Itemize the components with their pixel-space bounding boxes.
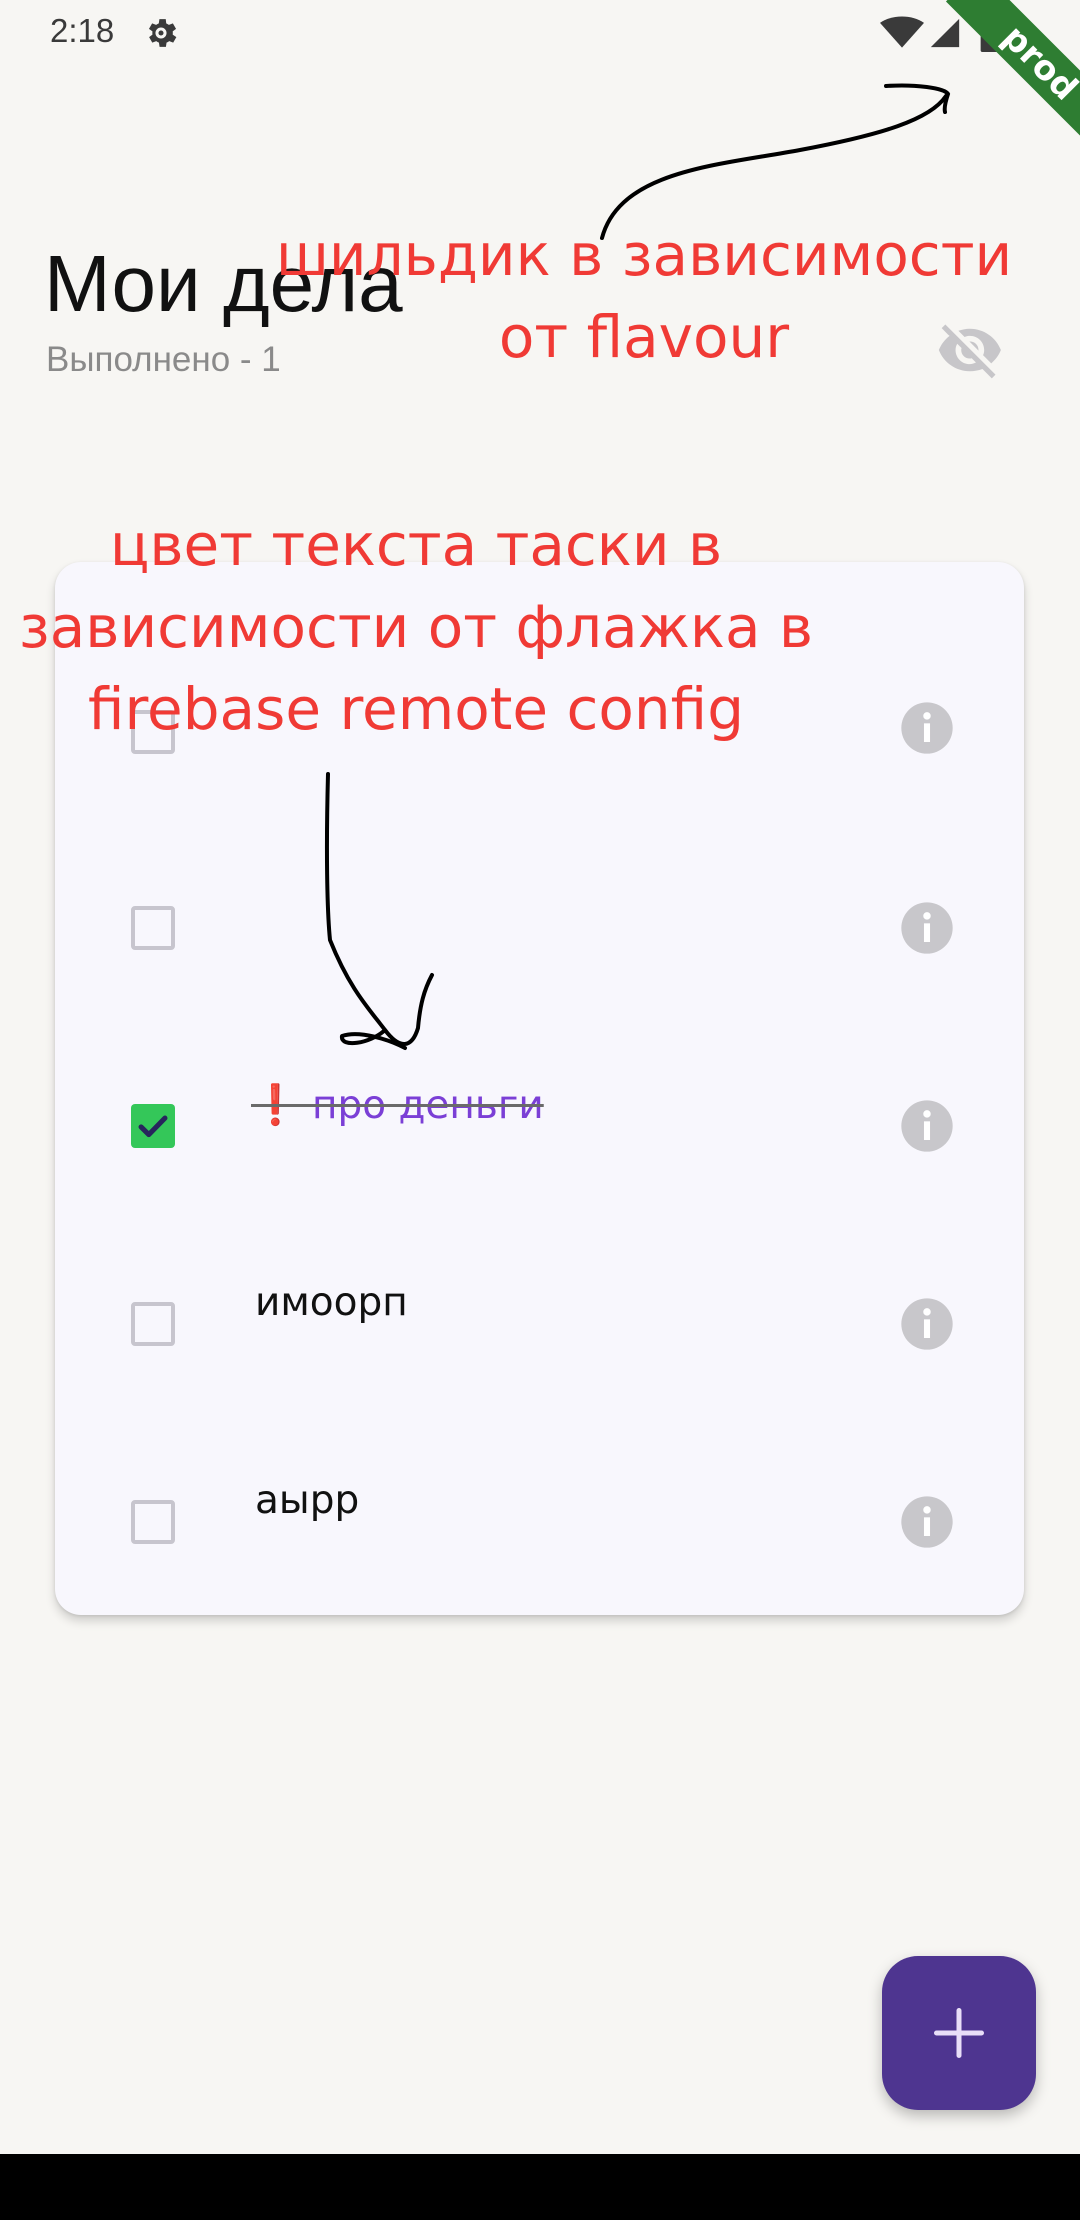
task-row[interactable] [55,760,1024,958]
task-checkbox-checked[interactable] [131,1104,175,1148]
task-checkbox[interactable] [131,1302,175,1346]
annotation-line: зависимости от флажка в [18,593,814,661]
checkmark-icon [138,1115,168,1138]
annotation-flavour: шильдик в зависимости от flavour [254,214,1034,378]
done-counter: Выполнено - 1 [46,340,281,379]
task-text: аырр [255,1478,360,1523]
status-time: 2:18 [50,12,115,49]
task-checkbox[interactable] [131,1500,175,1544]
plus-icon [934,2008,984,2058]
task-row[interactable]: имоорп [55,1156,1024,1354]
arrowhead-banner [884,83,951,114]
info-icon[interactable] [899,1098,955,1154]
system-navigation-bar [0,2154,1080,2220]
info-icon[interactable] [899,1494,955,1550]
status-bar: 2:18 [0,0,1080,66]
info-icon[interactable] [899,1296,955,1352]
task-row[interactable]: аырр [55,1354,1024,1552]
task-row[interactable]: ❗ про деньги [55,958,1024,1156]
annotation-line: шильдик в зависимости [275,221,1013,289]
annotation-line: firebase remote config [87,675,745,743]
info-icon[interactable] [899,700,955,756]
info-icon[interactable] [899,900,955,956]
annotation-line: цвет текста таски в [109,511,723,579]
annotation-config: цвет текста таски в зависимости от флажк… [0,504,842,750]
task-checkbox[interactable] [131,906,175,950]
add-task-button[interactable] [882,1956,1036,2110]
wifi-icon [880,16,924,48]
settings-gear-icon [148,19,177,47]
task-text: имоорп [255,1280,408,1325]
task-text-done: ❗ про деньги [251,1083,544,1128]
cell-signal-icon [930,18,960,48]
annotation-line: от flavour [498,303,790,371]
